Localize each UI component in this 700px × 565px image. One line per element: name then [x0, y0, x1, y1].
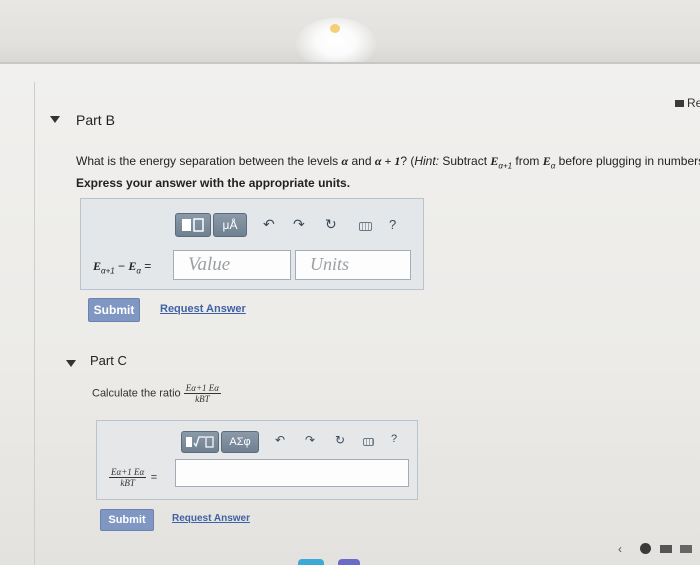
review-link[interactable]: Re	[675, 96, 700, 110]
undo-icon[interactable]: ↶	[275, 433, 285, 447]
part-b-question: What is the energy separation between th…	[76, 154, 700, 170]
part-b-instruction: Express your answer with the appropriate…	[76, 176, 351, 190]
wifi-icon	[660, 545, 672, 553]
energy-symbol: E	[93, 259, 102, 273]
hint-text: before plugging in numbers.)	[555, 154, 700, 168]
part-c-answer-label: Eα+1 Eα kBT =	[109, 467, 157, 488]
review-icon	[675, 100, 684, 107]
part-c-answer-input[interactable]	[175, 459, 409, 487]
reset-icon[interactable]: ↻	[335, 433, 345, 447]
help-icon[interactable]: ?	[391, 433, 397, 445]
question-text: ? (	[400, 154, 415, 168]
part-b-collapse-icon[interactable]	[50, 116, 60, 123]
ratio-fraction: Eα+1 Eα kBT	[109, 467, 147, 488]
symbols-button[interactable]: ΑΣφ	[221, 431, 259, 453]
ratio-numerator: Eα+1 Eα	[109, 467, 147, 478]
ratio-fraction: Eα+1 Eα kBT	[183, 383, 222, 404]
templates-icon	[182, 218, 204, 232]
ratio-denominator: kBT	[120, 478, 135, 488]
help-icon[interactable]: ?	[389, 217, 396, 232]
part-c-collapse-icon[interactable]	[66, 360, 76, 367]
part-b-answer-label: Eα+1 − Eα =	[93, 259, 151, 275]
ratio-numerator: Eα+1 Eα	[183, 383, 222, 394]
templates-icon	[186, 436, 214, 448]
prompt-text: Calculate the ratio	[92, 387, 181, 400]
left-guide-line	[34, 82, 35, 565]
part-c-submit-button[interactable]: Submit	[100, 509, 154, 531]
part-b-title: Part B	[76, 112, 115, 128]
battery-icon	[680, 545, 692, 553]
part-b-request-answer-link[interactable]: Request Answer	[160, 303, 246, 315]
keyboard-icon[interactable]	[363, 438, 374, 446]
value-input[interactable]: Value	[173, 250, 291, 280]
energy-subscript: α+1	[101, 266, 115, 276]
energy-symbol: E	[542, 154, 551, 168]
review-label: Re	[687, 96, 700, 110]
hint-label: Hint:	[414, 154, 440, 168]
hint-text: from	[512, 154, 543, 168]
energy-subscript: α+1	[498, 161, 513, 171]
minus-sign: −	[114, 259, 129, 273]
part-c-prompt: Calculate the ratio Eα+1 Eα kBT	[92, 383, 222, 404]
question-text: and	[348, 154, 375, 168]
templates-button[interactable]	[175, 213, 211, 237]
part-c-answer-box: ΑΣφ ↶ ↷ ↻ ? Eα+1 Eα kBT =	[96, 420, 418, 500]
taskbar-app-icon	[338, 559, 360, 565]
taskbar-app-icon	[298, 559, 324, 565]
redo-icon[interactable]: ↷	[293, 216, 305, 233]
redo-icon[interactable]: ↷	[305, 433, 315, 447]
undo-icon[interactable]: ↶	[263, 216, 275, 233]
part-b-submit-button[interactable]: Submit	[88, 298, 140, 322]
hint-text: Subtract	[439, 154, 491, 168]
question-text: What is the energy separation between th…	[76, 154, 342, 168]
units-button[interactable]: μÅ	[213, 213, 247, 237]
keyboard-icon[interactable]	[359, 222, 372, 231]
chevron-left-icon[interactable]: ‹	[618, 542, 622, 556]
part-c-title: Part C	[90, 353, 127, 368]
equals-sign: =	[150, 471, 158, 484]
units-input[interactable]: Units	[295, 250, 411, 280]
part-c-request-answer-link[interactable]: Request Answer	[172, 513, 250, 524]
templates-button[interactable]	[181, 431, 219, 453]
taskbar-app-icon	[640, 543, 651, 554]
part-b-answer-box: μÅ ↶ ↷ ↻ ? Eα+1 − Eα = Value Units	[80, 198, 424, 290]
glare-highlight	[330, 24, 340, 33]
equals-sign: =	[140, 259, 152, 273]
alpha-plus-one: α + 1	[374, 154, 401, 168]
ratio-denominator: kBT	[195, 394, 210, 404]
page-top-edge	[0, 62, 700, 64]
reset-icon[interactable]: ↻	[325, 216, 337, 233]
